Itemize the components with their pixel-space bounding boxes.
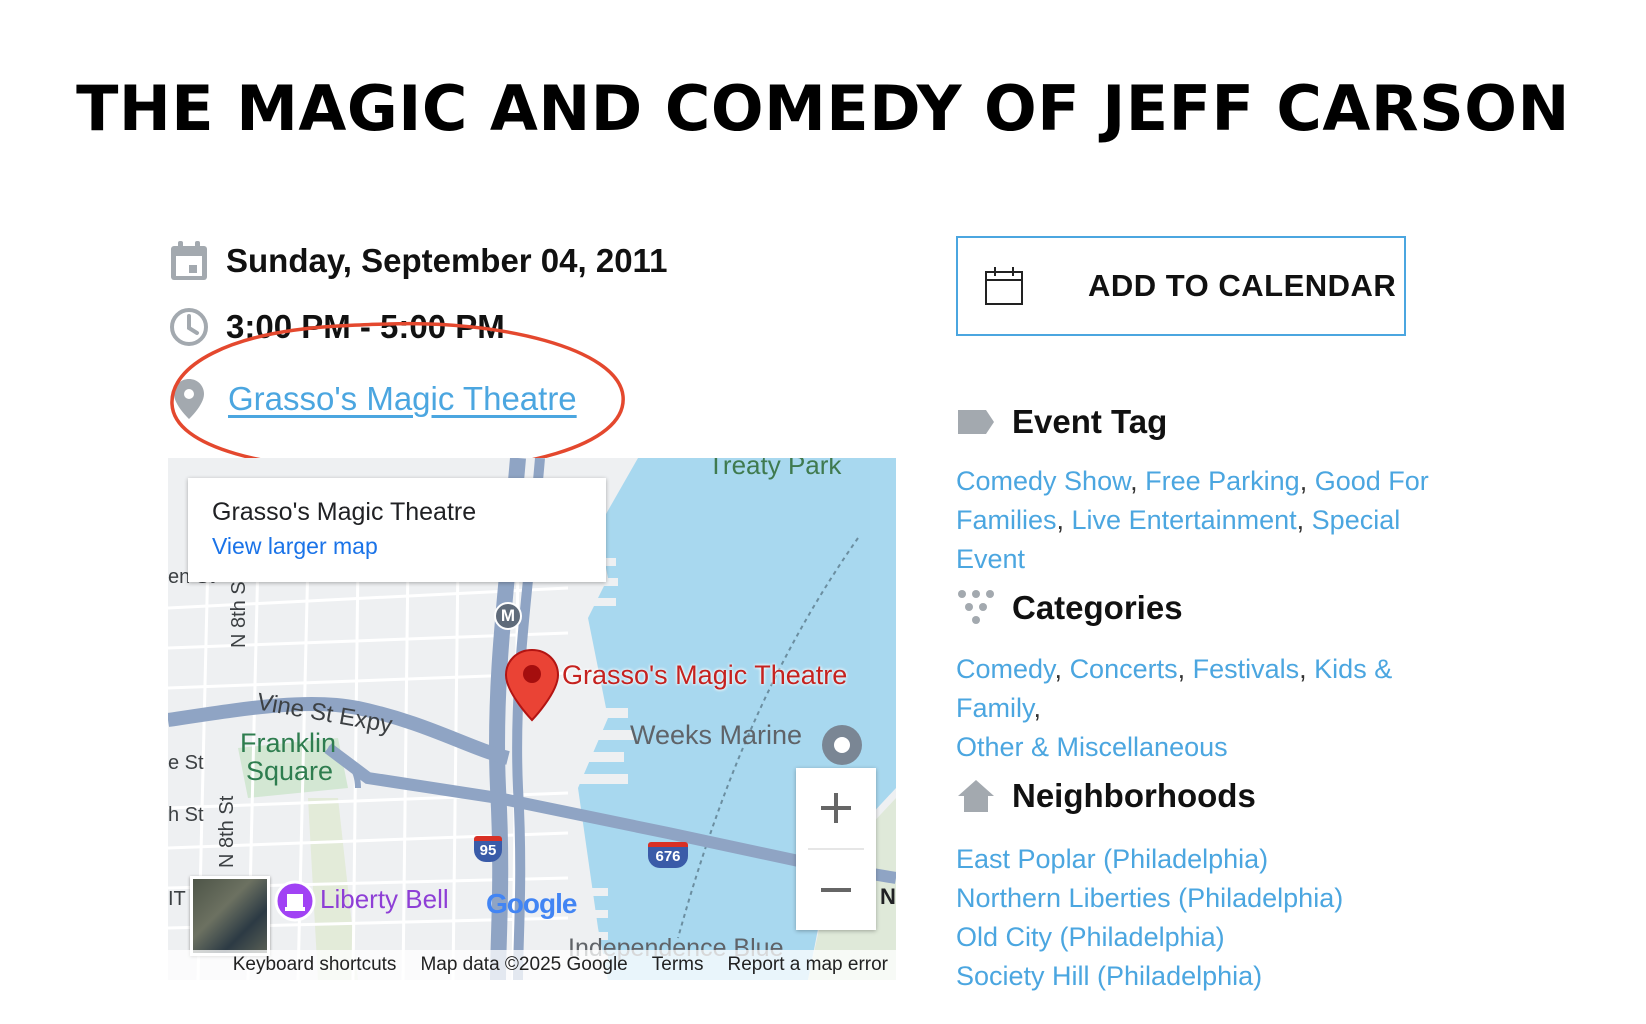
home-icon <box>956 776 996 816</box>
map-label-franklin: Franklin <box>240 728 337 758</box>
event-date-row: Sunday, September 04, 2011 <box>168 240 667 282</box>
venue-map[interactable]: Treaty Park en St N 8th St Vine St Expy … <box>168 458 896 980</box>
google-logo: Google <box>486 888 577 919</box>
neighborhood-link[interactable]: Northern Liberties (Philadelphia) <box>956 883 1343 913</box>
event-venue-row: Grasso's Magic Theatre <box>168 378 577 420</box>
map-label-n8th-st: N 8th St <box>228 575 250 648</box>
satellite-toggle[interactable] <box>190 876 270 956</box>
event-tag-list: Comedy Show, Free Parking, Good For Fami… <box>956 466 1429 574</box>
categories-heading: Categories <box>956 588 1183 628</box>
map-label-h-st: h St <box>168 804 204 826</box>
map-data-text: Map data ©2025 Google <box>420 954 628 975</box>
i676-shield: 676 <box>648 842 688 868</box>
category-link[interactable]: Concerts <box>1070 654 1178 684</box>
categories-title: Categories <box>1012 589 1183 626</box>
report-map-error-link[interactable]: Report a map error <box>727 954 888 976</box>
plus-icon <box>821 793 851 823</box>
event-tag-title: Event Tag <box>1012 403 1168 440</box>
map-label-weeks-marine: Weeks Marine <box>630 720 803 750</box>
map-label-e-st: e St <box>168 752 204 774</box>
i95-shield: 95 <box>474 836 502 862</box>
neighborhood-link[interactable]: Society Hill (Philadelphia) <box>956 961 1262 991</box>
metro-badge: M <box>494 602 522 630</box>
categories-list: Comedy, Concerts, Festivals, Kids & Fami… <box>956 654 1393 762</box>
liberty-bell-icon[interactable] <box>274 880 316 927</box>
neighborhoods-list: East Poplar (Philadelphia) Northern Libe… <box>956 840 1476 996</box>
terms-link[interactable]: Terms <box>652 954 704 976</box>
tag-link[interactable]: Live Entertainment <box>1072 505 1297 535</box>
neighborhoods-heading: Neighborhoods <box>956 776 1256 816</box>
page-title: THE MAGIC AND COMEDY OF JEFF CARSON <box>76 72 1570 145</box>
calendar-outline-icon <box>985 267 1023 305</box>
zoom-in-button[interactable] <box>796 768 876 848</box>
add-to-calendar-button[interactable]: ADD TO CALENDAR <box>956 236 1406 336</box>
neighborhood-link[interactable]: Old City (Philadelphia) <box>956 922 1225 952</box>
calendar-icon <box>168 240 210 282</box>
event-date: Sunday, September 04, 2011 <box>226 242 668 279</box>
categories-icon <box>956 588 996 628</box>
map-label-treaty-park: Treaty Park <box>708 458 842 480</box>
map-footer: Keyboard shortcuts Map data ©2025 Google… <box>168 950 896 980</box>
zoom-out-button[interactable] <box>796 850 876 930</box>
event-time-row: 3:00 PM - 5:00 PM <box>168 306 505 348</box>
tag-link[interactable]: Free Parking <box>1145 466 1300 496</box>
map-label-liberty-bell: Liberty Bell <box>320 884 449 914</box>
map-label-square: Square <box>246 756 334 786</box>
tag-link[interactable]: Comedy Show <box>956 466 1130 496</box>
event-tag-heading: Event Tag <box>956 402 1167 442</box>
event-time: 3:00 PM - 5:00 PM <box>226 308 505 345</box>
map-label-it: IT <box>168 888 186 910</box>
map-label-n-edge: N <box>880 884 896 909</box>
clock-icon <box>168 306 210 348</box>
map-pin-icon <box>168 378 210 420</box>
map-zoom-controls <box>796 768 876 930</box>
neighborhoods-title: Neighborhoods <box>1012 777 1256 814</box>
category-link[interactable]: Festivals <box>1193 654 1300 684</box>
venue-link[interactable]: Grasso's Magic Theatre <box>228 380 577 418</box>
map-info-card: Grasso's Magic Theatre View larger map <box>188 478 606 582</box>
venue-marker-icon[interactable] <box>504 648 560 727</box>
neighborhood-link[interactable]: East Poplar (Philadelphia) <box>956 844 1268 874</box>
category-link[interactable]: Comedy <box>956 654 1055 684</box>
keyboard-shortcuts-link[interactable]: Keyboard shortcuts <box>233 954 397 976</box>
map-label-n8th-st-lower: N 8th St <box>216 795 238 868</box>
add-to-calendar-label: ADD TO CALENDAR <box>1088 268 1397 303</box>
view-larger-map-link[interactable]: View larger map <box>212 533 582 560</box>
category-link[interactable]: Other & Miscellaneous <box>956 732 1228 762</box>
map-pin-label: Grasso's Magic Theatre <box>562 660 848 690</box>
weeks-marine-pin-icon[interactable] <box>820 723 864 772</box>
minus-icon <box>821 888 851 892</box>
map-card-title: Grasso's Magic Theatre <box>212 498 477 526</box>
tag-icon <box>956 402 996 442</box>
